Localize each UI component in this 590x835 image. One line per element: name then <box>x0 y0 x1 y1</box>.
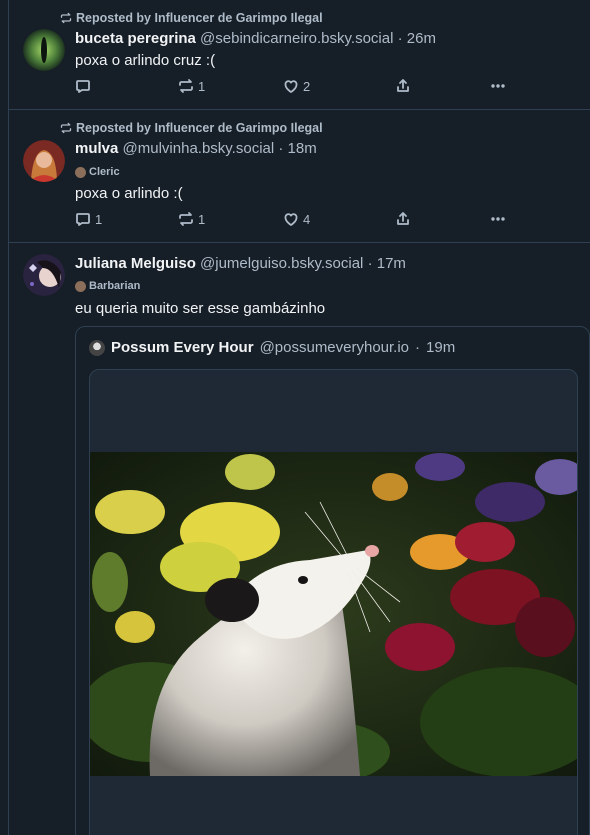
like-button[interactable]: 2 <box>283 78 310 94</box>
quoted-author-handle[interactable]: @possumeveryhour.io <box>260 339 409 356</box>
badge-label: Cleric <box>89 166 120 178</box>
post-text: eu queria muito ser esse gambázinho <box>75 300 326 317</box>
repost-count: 1 <box>198 211 206 227</box>
repost-icon <box>60 122 72 134</box>
quoted-author-name[interactable]: Possum Every Hour <box>111 339 254 356</box>
meta-separator: · <box>367 255 373 272</box>
share-icon <box>397 212 409 225</box>
meta-separator: · <box>278 140 284 157</box>
author-handle[interactable]: @jumelguiso.bsky.social <box>200 255 363 272</box>
reply-button[interactable] <box>75 78 95 94</box>
more-options-button[interactable] <box>490 78 506 94</box>
reply-count: 1 <box>95 211 103 227</box>
role-badge: Cleric <box>75 166 120 178</box>
meta-separator: · <box>397 30 403 47</box>
quoted-post[interactable]: Possum Every Hour @possumeveryhour.io · … <box>75 326 590 835</box>
post-text: poxa o arlindo :( <box>75 185 183 202</box>
repost-icon <box>60 12 72 24</box>
repost-button[interactable]: 1 <box>178 211 205 227</box>
heart-icon <box>284 80 298 93</box>
ellipsis-icon <box>491 217 505 221</box>
repost-icon <box>179 212 193 226</box>
media-embed[interactable] <box>89 369 578 835</box>
avatar[interactable] <box>23 254 65 296</box>
badge-icon <box>75 280 86 292</box>
author-handle[interactable]: @mulvinha.bsky.social <box>123 140 275 157</box>
meta-separator: · <box>415 339 421 356</box>
author-name[interactable]: Juliana Melguiso <box>75 255 196 272</box>
role-badge: Barbarian <box>75 280 140 292</box>
possum-photo[interactable] <box>90 452 578 776</box>
repost-label: Reposted by Influencer de Garimpo Ilegal <box>76 11 323 25</box>
quoted-post-time[interactable]: 19m <box>426 339 455 356</box>
post-time[interactable]: 17m <box>377 255 406 272</box>
like-button[interactable]: 4 <box>283 211 310 227</box>
reply-button[interactable]: 1 <box>75 211 102 227</box>
post-actions: 1 1 4 <box>75 211 515 231</box>
feed-post-1[interactable]: Reposted by Influencer de Garimpo Ilegal… <box>0 0 590 109</box>
post-time[interactable]: 18m <box>288 140 317 157</box>
badge-icon <box>75 166 86 178</box>
author-handle[interactable]: @sebindicarneiro.bsky.social <box>200 30 393 47</box>
author-name[interactable]: mulva <box>75 140 118 157</box>
author-name[interactable]: buceta peregrina <box>75 30 196 47</box>
badge-label: Barbarian <box>89 280 141 292</box>
repost-icon <box>179 79 193 93</box>
share-icon <box>397 79 409 92</box>
quoted-avatar[interactable] <box>89 339 105 356</box>
reply-icon <box>76 213 90 226</box>
avatar[interactable] <box>23 140 65 182</box>
more-options-button[interactable] <box>490 211 506 227</box>
feed-post-2[interactable]: Reposted by Influencer de Garimpo Ilegal… <box>0 110 590 242</box>
post-actions: 1 2 <box>75 78 515 98</box>
reply-icon <box>76 80 90 93</box>
share-button[interactable] <box>395 211 411 227</box>
ellipsis-icon <box>491 84 505 88</box>
avatar[interactable] <box>23 29 65 71</box>
repost-indicator[interactable]: Reposted by Influencer de Garimpo Ilegal <box>60 11 323 25</box>
repost-indicator[interactable]: Reposted by Influencer de Garimpo Ilegal <box>60 121 323 135</box>
share-button[interactable] <box>395 78 411 94</box>
like-count: 2 <box>303 78 311 94</box>
repost-count: 1 <box>198 78 206 94</box>
like-count: 4 <box>303 211 311 227</box>
post-time[interactable]: 26m <box>407 30 436 47</box>
heart-icon <box>284 213 298 226</box>
repost-button[interactable]: 1 <box>178 78 205 94</box>
repost-label: Reposted by Influencer de Garimpo Ilegal <box>76 121 323 135</box>
post-text: poxa o arlindo cruz :( <box>75 52 216 69</box>
